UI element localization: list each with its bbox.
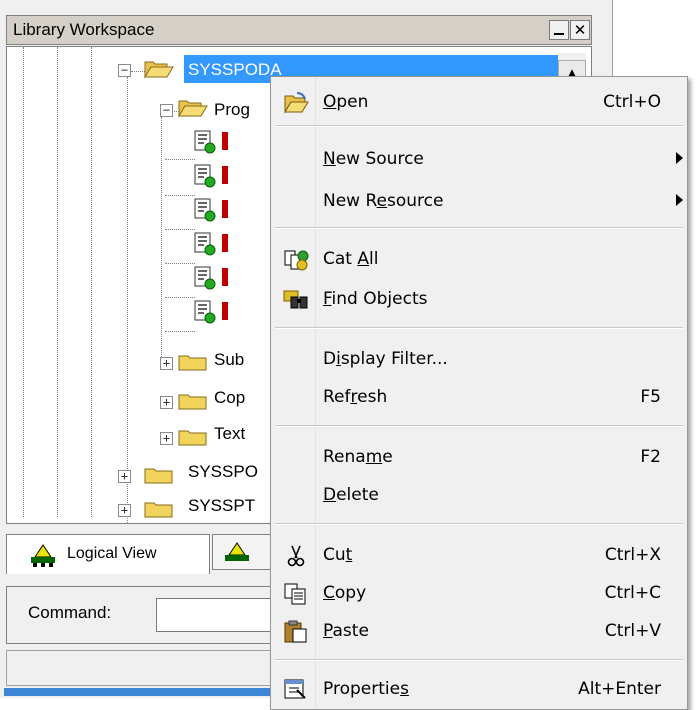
menu-item-copy[interactable]: Copy Ctrl+C [271, 575, 687, 613]
tab-other-view[interactable] [212, 534, 272, 570]
menu-item-paste[interactable]: Paste Ctrl+V [271, 613, 687, 651]
source-member-icon [194, 300, 216, 324]
menu-label: Display Filter... [323, 349, 448, 369]
menu-item-display-filter[interactable]: Display Filter... [271, 341, 687, 379]
binoculars-icon [283, 290, 308, 309]
expand-toggle[interactable]: + [160, 357, 173, 370]
tree-item-label[interactable]: Cop [214, 388, 245, 408]
menu-shortcut: Ctrl+O [603, 92, 661, 112]
menu-label: Delete [323, 485, 379, 505]
menu-label: New Source [323, 149, 424, 169]
menu-item-properties[interactable]: Properties Alt+Enter [271, 671, 687, 709]
folder-icon [178, 394, 207, 410]
submenu-arrow-icon [676, 194, 683, 206]
menu-label: Cat All [323, 249, 379, 269]
paste-icon [284, 620, 307, 643]
member-status-marker [222, 166, 228, 184]
properties-icon [284, 679, 306, 699]
open-folder-icon [284, 92, 309, 114]
expand-toggle[interactable]: + [160, 432, 173, 445]
open-folder-icon [144, 61, 174, 79]
panel-title: Library Workspace [13, 20, 155, 39]
minimize-icon [554, 33, 564, 35]
member-status-marker [222, 200, 228, 218]
folder-icon [144, 468, 173, 484]
source-member-icon [194, 130, 216, 154]
tree-item-label[interactable]: SYSSPODA [188, 60, 282, 80]
menu-shortcut: Ctrl+C [604, 583, 661, 603]
tree-item-label[interactable]: Text [214, 424, 245, 444]
minimize-button[interactable] [549, 20, 569, 40]
menu-label: Paste [323, 621, 369, 641]
tab-label: Logical View [67, 545, 157, 562]
source-member-icon [194, 198, 216, 222]
logical-view-icon [31, 544, 55, 567]
tree-item-label[interactable]: Prog [214, 100, 250, 120]
command-label: Command: [28, 603, 112, 622]
menu-shortcut: Alt+Enter [578, 679, 661, 699]
close-button[interactable]: ✕ [570, 20, 590, 40]
context-menu: Open Ctrl+O New Source New Resource Cat … [270, 76, 688, 710]
menu-item-cut[interactable]: Cut Ctrl+X [271, 537, 687, 575]
command-input[interactable] [156, 598, 286, 632]
menu-label: Refresh [323, 387, 388, 407]
menu-shortcut: Ctrl+V [604, 621, 661, 641]
menu-item-cat-all[interactable]: Cat All [271, 241, 687, 279]
accent-strip [4, 688, 294, 696]
collapse-toggle[interactable]: − [160, 104, 173, 117]
open-folder-icon [178, 100, 208, 118]
menu-item-delete[interactable]: Delete [271, 477, 687, 515]
panel-title-bar: Library Workspace ✕ [6, 15, 592, 45]
tree-item-label[interactable]: SYSSPO [188, 462, 258, 482]
folder-icon [178, 430, 207, 446]
collapse-toggle[interactable]: − [118, 64, 131, 77]
menu-shortcut: Ctrl+X [604, 545, 661, 565]
menu-shortcut: F5 [640, 387, 661, 407]
scissors-icon [287, 545, 305, 567]
menu-item-refresh[interactable]: Refresh F5 [271, 379, 687, 417]
member-status-marker [222, 132, 228, 150]
menu-label: New Resource [323, 191, 444, 211]
menu-label: Rename [323, 447, 393, 467]
menu-item-new-source[interactable]: New Source [271, 141, 687, 179]
menu-item-rename[interactable]: Rename F2 [271, 439, 687, 477]
menu-label: Properties [323, 679, 409, 699]
menu-label: Find Objects [323, 289, 428, 309]
expand-toggle[interactable]: + [160, 396, 173, 409]
source-member-icon [194, 164, 216, 188]
folder-icon [178, 355, 207, 371]
tab-logical-view[interactable]: Logical View [6, 534, 210, 574]
folder-icon [144, 502, 173, 518]
source-member-icon [194, 266, 216, 290]
menu-label: Copy [323, 583, 367, 603]
expand-toggle[interactable]: + [118, 504, 131, 517]
member-status-marker [222, 234, 228, 252]
cat-all-icon [284, 250, 309, 271]
close-icon: ✕ [573, 21, 587, 39]
menu-item-find-objects[interactable]: Find Objects [271, 281, 687, 319]
source-member-icon [194, 232, 216, 256]
tree-item-label[interactable]: Sub [214, 350, 244, 370]
member-status-marker [222, 302, 228, 320]
expand-toggle[interactable]: + [118, 470, 131, 483]
menu-shortcut: F2 [640, 447, 661, 467]
submenu-arrow-icon [676, 152, 683, 164]
menu-label: Cut [323, 545, 353, 565]
view-icon [225, 542, 249, 561]
copy-icon [284, 583, 306, 605]
menu-label: Open [323, 92, 369, 112]
member-status-marker [222, 268, 228, 286]
tree-item-label[interactable]: SYSSPT [188, 496, 255, 516]
menu-item-new-resource[interactable]: New Resource [271, 183, 687, 221]
menu-item-open[interactable]: Open Ctrl+O [271, 84, 687, 122]
